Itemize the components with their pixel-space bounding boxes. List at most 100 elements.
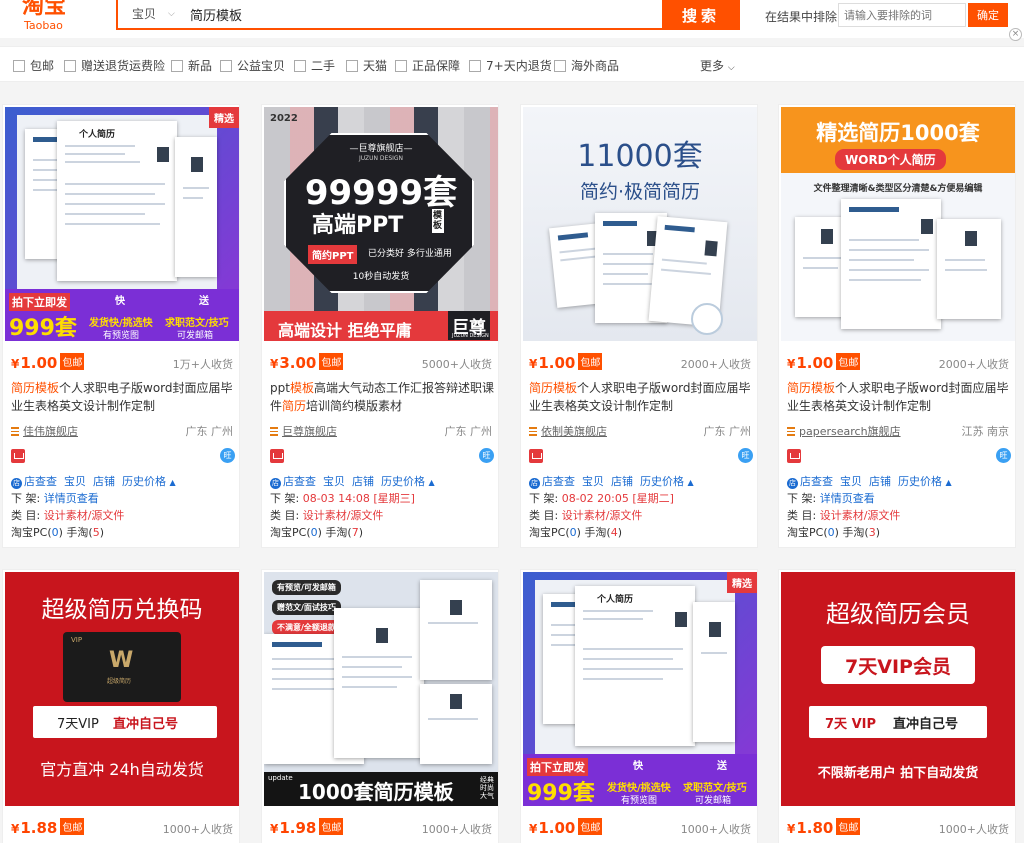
tmall-bag-icon: [529, 449, 543, 463]
plugin-icon: 店: [529, 478, 540, 489]
filter-overseas[interactable]: 海外商品: [554, 57, 619, 74]
shop-row: 佳伟旗舰店 广东 广州: [11, 423, 233, 439]
product-card[interactable]: 精选简历1000套 WORD个人简历 文件整理清晰&类型区分清楚&方便易编辑 ¥…: [778, 104, 1016, 548]
more-filters-button[interactable]: 更多 ⌵: [700, 57, 735, 74]
filter-return-insurance[interactable]: 赠送退货运费险: [64, 57, 165, 74]
checkbox[interactable]: [294, 59, 306, 72]
badge-row: 旺: [11, 447, 235, 465]
product-image[interactable]: 2022 —巨尊旗舰店— JUZUN DESIGN 99999套 高端PPT 模…: [264, 107, 498, 341]
price: ¥1.00: [11, 354, 58, 372]
price: ¥1.88: [11, 819, 58, 837]
counts-row: 淘宝PC(0) 手淘(3): [787, 526, 880, 539]
checkbox[interactable]: [395, 59, 407, 72]
product-title[interactable]: ppt模板高端大气动态工作汇报答辩述职课件简历培训简约模版素材: [270, 379, 494, 415]
price-row: ¥1.00 包邮 1000+人收货: [529, 818, 751, 838]
search-type-dropdown[interactable]: 宝贝 ⌵: [118, 0, 180, 28]
taobao-logo[interactable]: 淘宝 Taobao: [22, 0, 66, 32]
triangle-icon: ▲: [169, 478, 176, 487]
category-row: 类 目: 设计素材/源文件: [270, 509, 384, 522]
filter-7day-return[interactable]: 7+天内退货: [469, 57, 552, 74]
triangle-icon: ▲: [428, 478, 435, 487]
price-row: ¥1.00 包邮 2000+人收货: [529, 353, 751, 373]
shop-name[interactable]: 巨尊旗舰店: [282, 425, 337, 438]
price: ¥1.00: [787, 354, 834, 372]
free-shipping-badge: 包邮: [319, 353, 344, 370]
location: 广东 广州: [444, 425, 493, 438]
location: 江苏 南京: [961, 425, 1010, 438]
filter-charity[interactable]: 公益宝贝: [220, 57, 285, 74]
product-title[interactable]: 简历模板个人求职电子版word封面应届毕业生表格英文设计制作定制: [11, 379, 235, 415]
product-image[interactable]: 精选简历1000套 WORD个人简历 文件整理清晰&类型区分清楚&方便易编辑: [781, 107, 1015, 341]
plugin-links: 店店查查 宝贝 店铺 历史价格 ▲: [11, 475, 176, 489]
checkbox[interactable]: [346, 59, 358, 72]
checkbox[interactable]: [220, 59, 232, 72]
product-card[interactable]: 个人简历 精选 拍下立即发 999套 快 发货快/挑选快 有预览图 送 求职范文…: [520, 569, 758, 843]
resume-sheet-main: 个人简历: [575, 586, 695, 746]
shop-row: 依制美旗舰店 广东 广州: [529, 423, 751, 439]
logo-english: Taobao: [24, 19, 63, 32]
search-button[interactable]: 搜索: [662, 0, 740, 30]
resume-sheet-main: [334, 608, 424, 758]
badge-row: 旺: [270, 447, 494, 465]
wangwang-chat-icon[interactable]: 旺: [479, 448, 494, 463]
shop-name[interactable]: 依制美旗舰店: [541, 425, 607, 438]
checkbox[interactable]: [171, 59, 183, 72]
price-row: ¥1.00 包邮 1万+人收货: [11, 353, 233, 373]
product-card[interactable]: 有预览/可发邮箱 赠范文/面试技巧 不满意/全额退款 update 1000套简…: [261, 569, 499, 843]
tmall-bag-icon: [11, 449, 25, 463]
sales-count: 2000+人收货: [938, 358, 1009, 371]
resume-sheet: [175, 137, 217, 277]
close-icon[interactable]: ×: [1009, 28, 1022, 41]
product-image[interactable]: 11000套 简约·极简简历: [523, 107, 757, 341]
search-input[interactable]: [184, 0, 662, 28]
product-card[interactable]: 超级简历兑换码 VIP W 超级简历 7天VIP 直冲自己号 官方直冲 24h自…: [2, 569, 240, 843]
resume-sheet-main: [841, 199, 941, 329]
filter-new[interactable]: 新品: [171, 57, 212, 74]
product-image[interactable]: 有预览/可发邮箱 赠范文/面试技巧 不满意/全额退款 update 1000套简…: [264, 572, 498, 806]
checkbox[interactable]: [64, 59, 76, 72]
category-row: 类 目: 设计素材/源文件: [11, 509, 125, 522]
shop-name[interactable]: 佳伟旗舰店: [23, 425, 78, 438]
product-image[interactable]: 个人简历 精选 拍下立即发 999套 快 发货快/挑选快 有预览图 送 求职范文…: [5, 107, 239, 341]
w-logo: W: [109, 648, 134, 673]
filter-second-hand[interactable]: 二手: [294, 57, 335, 74]
exclude-label: 在结果中排除: [765, 10, 838, 24]
sales-count: 1000+人收货: [680, 823, 751, 836]
tmall-bag-icon: [270, 449, 284, 463]
wangwang-chat-icon[interactable]: 旺: [220, 448, 235, 463]
sales-count: 5000+人收货: [421, 358, 492, 371]
price-row: ¥1.88 包邮 1000+人收货: [11, 818, 233, 838]
checkbox[interactable]: [469, 59, 481, 72]
resume-sheet: [420, 580, 492, 680]
product-card[interactable]: 个人简历 精选 拍下立即发 999套 快 发货快/挑选快 有预览图 送 求职范文…: [2, 104, 240, 548]
plugin-links: 店店查查 宝贝 店铺 历史价格 ▲: [270, 475, 435, 489]
header: 淘宝 Taobao 宝贝 ⌵ 搜索 在结果中排除 确定: [0, 0, 1024, 38]
product-title[interactable]: 简历模板个人求职电子版word封面应届毕业生表格英文设计制作定制: [787, 379, 1011, 415]
wangwang-chat-icon[interactable]: 旺: [996, 448, 1011, 463]
shop-icon: [787, 427, 795, 436]
product-image[interactable]: 个人简历 精选 拍下立即发 999套 快 发货快/挑选快 有预览图 送 求职范文…: [523, 572, 757, 806]
price: ¥1.00: [529, 354, 576, 372]
product-card[interactable]: 11000套 简约·极简简历 ¥1.00 包邮 2000+人收货 简历模板个人求职…: [520, 104, 758, 548]
featured-tag: 精选: [727, 572, 757, 593]
filter-tmall[interactable]: 天猫: [346, 57, 387, 74]
shop-row: papersearch旗舰店 江苏 南京: [787, 423, 1009, 439]
product-image[interactable]: 超级简历会员 7天VIP会员 7天 VIP 直冲自己号 不限新老用户 拍下自动发…: [781, 572, 1015, 806]
product-card[interactable]: 2022 —巨尊旗舰店— JUZUN DESIGN 99999套 高端PPT 模…: [261, 104, 499, 548]
exclude-input[interactable]: [838, 3, 966, 27]
chevron-down-icon: ⌵: [727, 63, 735, 73]
checkbox[interactable]: [554, 59, 566, 72]
filter-genuine[interactable]: 正品保障: [395, 57, 460, 74]
resume-sheet: [693, 602, 735, 742]
product-title[interactable]: 简历模板个人求职电子版word封面应届毕业生表格英文设计制作定制: [529, 379, 753, 415]
wangwang-chat-icon[interactable]: 旺: [738, 448, 753, 463]
checkbox[interactable]: [13, 59, 25, 72]
shop-name[interactable]: papersearch旗舰店: [799, 425, 901, 438]
exclude-confirm-button[interactable]: 确定: [968, 3, 1008, 27]
filter-free-shipping[interactable]: 包邮: [13, 57, 54, 74]
free-shipping-badge: 包邮: [578, 818, 603, 835]
shelf-row: 下 架: 08-03 14:08 [星期三]: [270, 492, 415, 505]
product-card[interactable]: 超级简历会员 7天VIP会员 7天 VIP 直冲自己号 不限新老用户 拍下自动发…: [778, 569, 1016, 843]
product-image[interactable]: 超级简历兑换码 VIP W 超级简历 7天VIP 直冲自己号 官方直冲 24h自…: [5, 572, 239, 806]
search-type-label: 宝贝: [132, 7, 157, 21]
